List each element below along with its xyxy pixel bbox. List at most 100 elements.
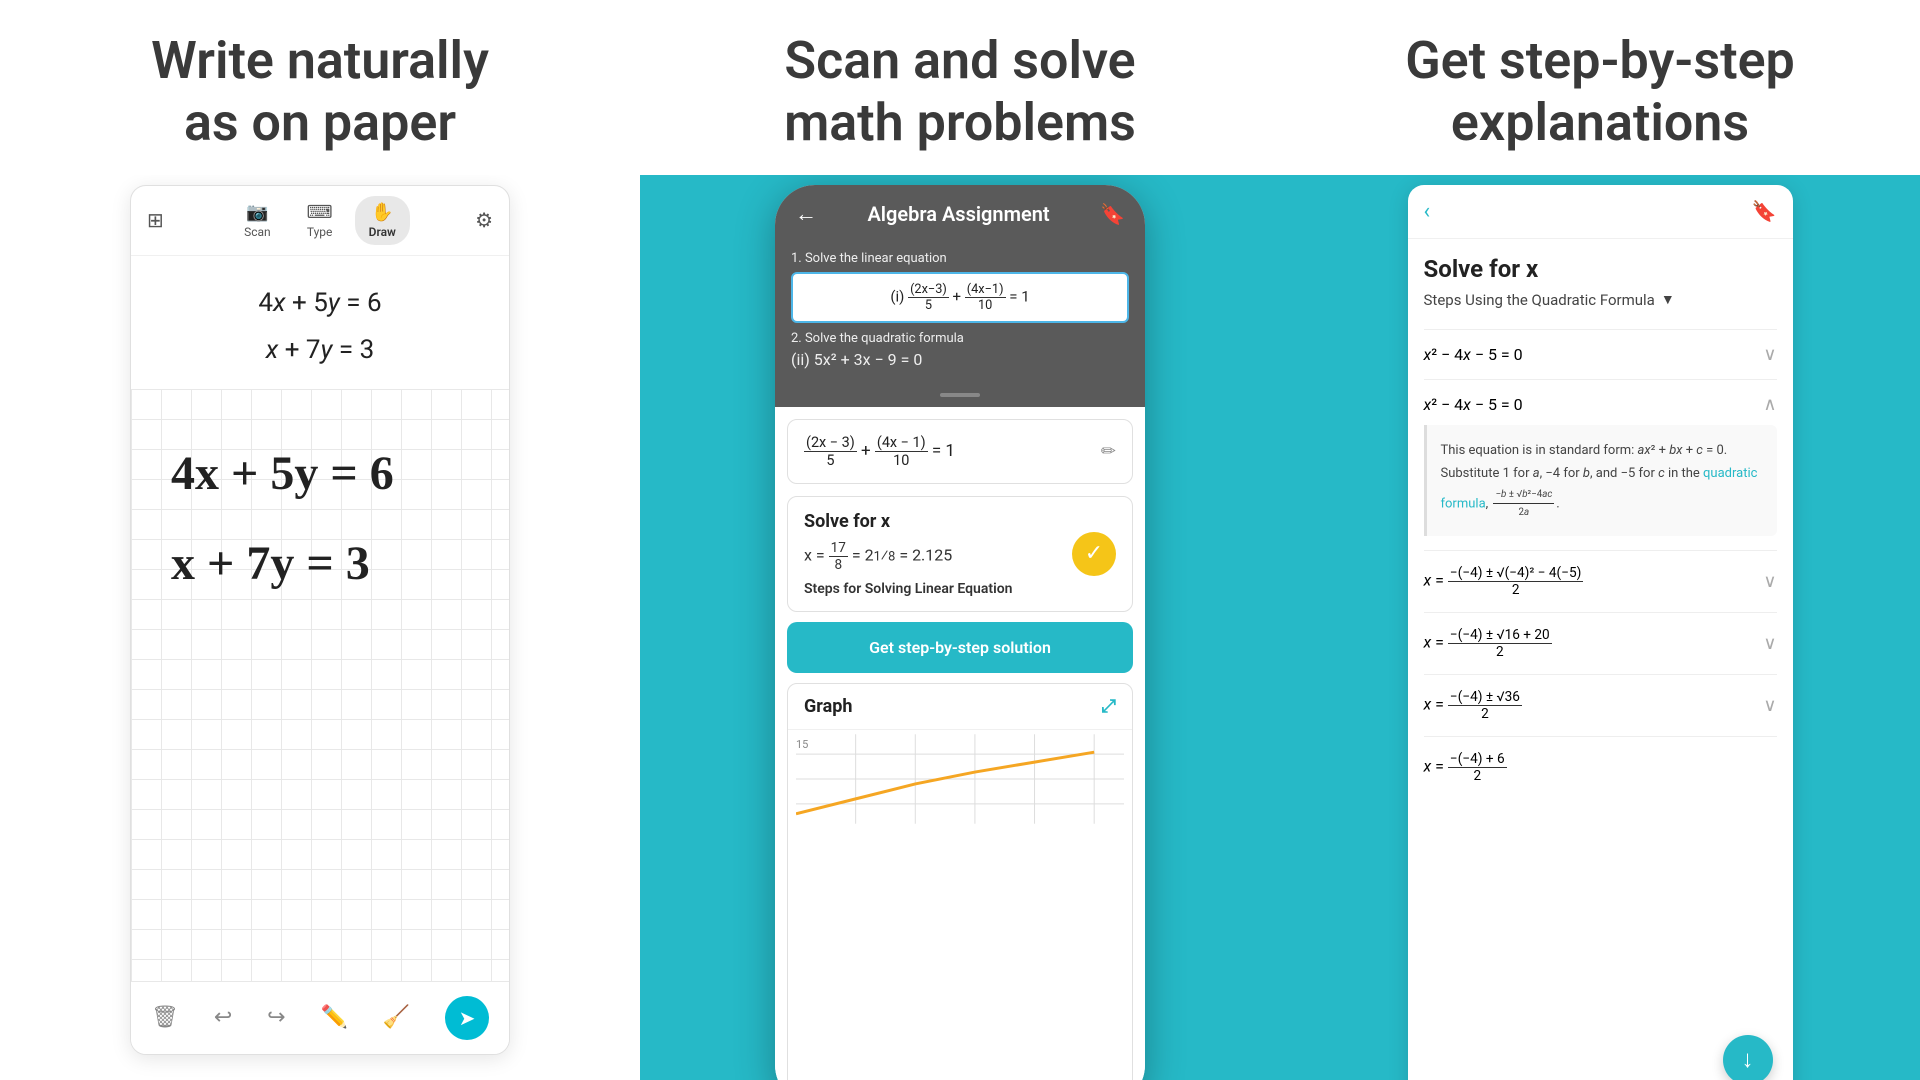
- center-content: (2x − 3) 5 + (4x − 1) 10 = 1 ✏ Sol: [775, 407, 1145, 1080]
- frac1: (2x−3) 5: [908, 282, 949, 313]
- svg-text:4x + 5y = 6: 4x + 5y = 6: [171, 447, 394, 500]
- bottom-bar: 🗑 ↩ ↪ ✏️ 🧹 ➤: [131, 981, 509, 1054]
- steps-panel: ‹ 🔖 Solve for x Steps Using the Quadrati…: [1408, 185, 1793, 1080]
- step-2-equation: x² − 4x − 5 = 0: [1424, 395, 1523, 414]
- problem1-equation: (i) (2x−3) 5 + (4x−1) 10 = 1: [791, 272, 1129, 323]
- center-phone-header: ← Algebra Assignment 🔖: [775, 185, 1145, 243]
- expand-icon[interactable]: ⤢: [1102, 696, 1116, 717]
- send-button[interactable]: ➤: [445, 996, 489, 1040]
- panel-center: ← Algebra Assignment 🔖 1. Solve the line…: [640, 175, 1280, 1080]
- bookmark-icon[interactable]: 🔖: [1100, 202, 1125, 226]
- scroll-down-button[interactable]: ↓: [1723, 1035, 1773, 1080]
- steps-content: Solve for x Steps Using the Quadratic Fo…: [1408, 239, 1793, 1080]
- step-4-header: x = −(−4) ± √16 + 20 2 ∨: [1424, 627, 1777, 660]
- steps-panel-wrapper: ‹ 🔖 Solve for x Steps Using the Quadrati…: [1408, 185, 1793, 1080]
- scan-label: Scan: [244, 225, 271, 239]
- quadratic-formula-link[interactable]: quadratic formula: [1441, 466, 1758, 511]
- phone-mockup-left: ⊞ 📷 Scan ⌨ Type ✋ Draw ⚙ 4x + 5y = 6 x: [130, 185, 510, 1055]
- solve-result: x = 178 = 21⁄8 = 2.125: [804, 540, 1116, 573]
- step-5: x = −(−4) ± √36 2 ∨: [1424, 674, 1777, 736]
- drag-bar: [940, 393, 980, 397]
- eq-prefix: (i): [890, 287, 908, 305]
- svg-text:x + 7y = 3: x + 7y = 3: [171, 537, 370, 590]
- step-1-equation: x² − 4x − 5 = 0: [1424, 345, 1523, 364]
- cta-button[interactable]: Get step-by-step solution: [787, 622, 1133, 673]
- panel-left: ⊞ 📷 Scan ⌨ Type ✋ Draw ⚙ 4x + 5y = 6 x: [0, 175, 640, 1080]
- graph-header: Graph ⤢: [788, 684, 1132, 729]
- draw-button[interactable]: ✋ Draw: [355, 196, 410, 245]
- type-label: Type: [307, 225, 333, 239]
- frac2: (4x−1) 10: [965, 282, 1006, 313]
- type-icon: ⌨: [307, 202, 333, 223]
- equation2-typed: x + 7y = 3: [161, 327, 479, 374]
- steps-back-button[interactable]: ‹: [1424, 199, 1431, 224]
- steps-method-row: Steps Using the Quadratic Formula ▼: [1424, 291, 1777, 309]
- problem2-label: 2. Solve the quadratic formula: [791, 331, 1129, 346]
- step-6-equation: x = −(−4) + 6 2: [1424, 751, 1507, 784]
- step-4-chevron-icon[interactable]: ∨: [1763, 633, 1776, 654]
- grid-icon: ⊞: [147, 208, 164, 232]
- handwritten-equations: 4x + 5y = 6 x + 7y = 3: [161, 409, 481, 649]
- redo-icon[interactable]: ↪: [267, 1005, 285, 1030]
- drag-handle: [775, 389, 1145, 407]
- steps-label: Steps for Solving Linear Equation: [804, 581, 1116, 597]
- headline-right-text: Get step-by-stepexplanations: [1320, 30, 1880, 155]
- draw-label: Draw: [369, 225, 396, 239]
- type-button[interactable]: ⌨ Type: [293, 196, 347, 245]
- headlines-row: Write naturallyas on paper Scan and solv…: [0, 0, 1920, 175]
- solve-card-title: Solve for x: [804, 511, 1116, 532]
- edit-icon[interactable]: ✏: [1101, 441, 1116, 462]
- step-2-detail: This equation is in standard form: ax² +…: [1424, 425, 1777, 536]
- step-3-equation: x = −(−4) ± √(−4)² − 4(−5) 2: [1424, 565, 1584, 598]
- equation-card: (2x − 3) 5 + (4x − 1) 10 = 1 ✏: [787, 419, 1133, 484]
- step-6: x = −(−4) + 6 2: [1424, 736, 1777, 798]
- graph-y-label: 15: [796, 738, 808, 751]
- chevron-down-icon: ↓: [1742, 1045, 1754, 1074]
- scan-button[interactable]: 📷 Scan: [230, 196, 285, 245]
- eq-display: (2x − 3) 5 + (4x − 1) 10 = 1: [804, 434, 955, 469]
- undo-icon[interactable]: ↩: [214, 1005, 232, 1030]
- headline-center: Scan and solvemath problems: [640, 30, 1280, 155]
- send-icon: ➤: [459, 1006, 476, 1030]
- steps-header: ‹ 🔖: [1408, 185, 1793, 239]
- graph-card: Graph ⤢ 15: [787, 683, 1133, 1080]
- toolbar: ⊞ 📷 Scan ⌨ Type ✋ Draw ⚙: [131, 186, 509, 256]
- panel-right: ‹ 🔖 Solve for x Steps Using the Quadrati…: [1280, 175, 1920, 1080]
- step-5-chevron-icon[interactable]: ∨: [1763, 695, 1776, 716]
- step-6-header: x = −(−4) + 6 2: [1424, 751, 1777, 784]
- headline-right: Get step-by-stepexplanations: [1280, 30, 1920, 155]
- step-2-chevron-icon[interactable]: ∧: [1763, 394, 1776, 415]
- headline-center-text: Scan and solvemath problems: [680, 30, 1240, 155]
- draw-icon: ✋: [371, 202, 393, 223]
- problem1-label: 1. Solve the linear equation: [791, 251, 1129, 266]
- scan-icon: 📷: [246, 202, 268, 223]
- dropdown-arrow-icon[interactable]: ▼: [1661, 291, 1675, 308]
- step-5-header: x = −(−4) ± √36 2 ∨: [1424, 689, 1777, 722]
- steps-bookmark-icon[interactable]: 🔖: [1752, 199, 1777, 223]
- step-1-header: x² − 4x − 5 = 0 ∨: [1424, 344, 1777, 365]
- step-1-chevron-icon[interactable]: ∨: [1763, 344, 1776, 365]
- headline-left-text: Write naturallyas on paper: [40, 30, 600, 155]
- graph-svg: [796, 734, 1124, 824]
- trash-icon[interactable]: 🗑: [151, 1005, 179, 1030]
- assignment-title: Algebra Assignment: [829, 202, 1088, 226]
- step-3-chevron-icon[interactable]: ∨: [1763, 571, 1776, 592]
- method-label: Steps Using the Quadratic Formula: [1424, 291, 1655, 309]
- assignment-area: 1. Solve the linear equation (i) (2x−3) …: [775, 243, 1145, 389]
- phone-mockup-center: ← Algebra Assignment 🔖 1. Solve the line…: [775, 185, 1145, 1080]
- step-2: x² − 4x − 5 = 0 ∧ This equation is in st…: [1424, 379, 1777, 550]
- pencil-icon[interactable]: ✏️: [320, 1005, 347, 1030]
- main-area: ⊞ 📷 Scan ⌨ Type ✋ Draw ⚙ 4x + 5y = 6 x: [0, 175, 1920, 1080]
- headline-left: Write naturallyas on paper: [0, 30, 640, 155]
- grid-canvas: 4x + 5y = 6 x + 7y = 3: [131, 389, 509, 980]
- step-4: x = −(−4) ± √16 + 20 2 ∨: [1424, 612, 1777, 674]
- problem2-equation: (ii) 5x² + 3x − 9 = 0: [791, 350, 1129, 369]
- problem1: 1. Solve the linear equation (i) (2x−3) …: [791, 251, 1129, 323]
- equation1-typed: 4x + 5y = 6: [161, 280, 479, 327]
- eraser-icon[interactable]: 🧹: [383, 1005, 410, 1030]
- equation-display: 4x + 5y = 6 x + 7y = 3: [131, 256, 509, 390]
- step-4-equation: x = −(−4) ± √16 + 20 2: [1424, 627, 1552, 660]
- graph-area: 15: [788, 729, 1132, 829]
- settings-icon[interactable]: ⚙: [475, 208, 493, 232]
- back-button[interactable]: ←: [795, 201, 817, 227]
